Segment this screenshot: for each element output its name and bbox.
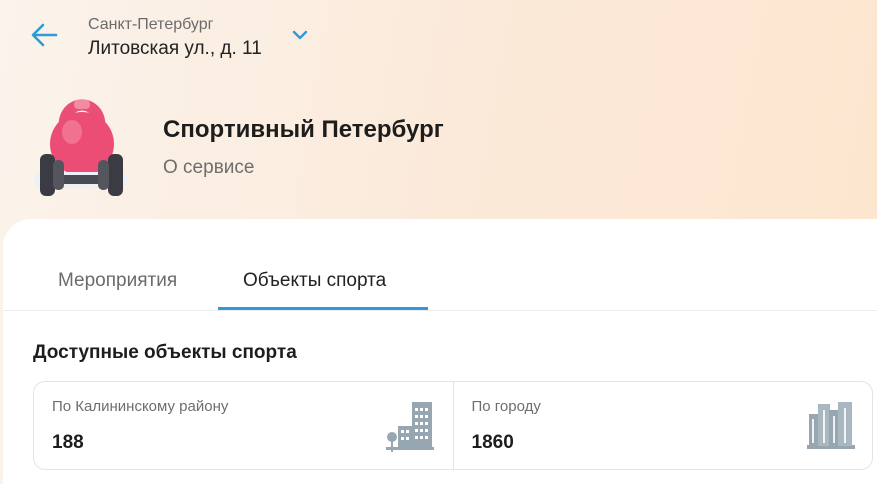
stat-card-district[interactable]: По Калининскому району 188: [34, 382, 453, 469]
tab-sport-objects[interactable]: Объекты спорта: [243, 270, 386, 292]
stats-cards: По Калининскому району 188 По городу 186…: [33, 381, 873, 470]
about-service-link[interactable]: О сервисе: [163, 157, 254, 179]
tab-events[interactable]: Мероприятия: [58, 270, 177, 292]
address-dropdown-toggle[interactable]: [289, 27, 311, 43]
address-street: Литовская ул., д. 11: [88, 38, 262, 59]
stat-value: 188: [52, 432, 84, 453]
stat-value: 1860: [471, 432, 514, 453]
stat-label: По Калининскому району: [52, 398, 229, 415]
kettlebell-dumbbell-icon: [34, 99, 128, 196]
header: Санкт-Петербург Литовская ул., д. 11 Спо…: [0, 0, 877, 230]
back-button[interactable]: [28, 20, 60, 50]
stat-card-city[interactable]: По городу 1860: [452, 382, 873, 469]
district-buildings-icon: [386, 402, 434, 452]
content-panel: Мероприятия Объекты спорта Доступные объ…: [3, 219, 877, 484]
section-title: Доступные объекты спорта: [33, 342, 297, 363]
chevron-down-icon: [292, 30, 308, 40]
city-buildings-icon: [806, 402, 855, 449]
stat-label: По городу: [471, 398, 541, 415]
arrow-left-icon: [31, 23, 58, 47]
active-tab-indicator: [218, 307, 428, 310]
address-city: Санкт-Петербург: [88, 16, 214, 33]
service-title: Спортивный Петербург: [163, 116, 444, 143]
address-selector[interactable]: Санкт-Петербург Литовская ул., д. 11: [88, 15, 262, 62]
service-logo: [30, 94, 132, 200]
tab-bar: Мероприятия Объекты спорта: [3, 219, 877, 311]
